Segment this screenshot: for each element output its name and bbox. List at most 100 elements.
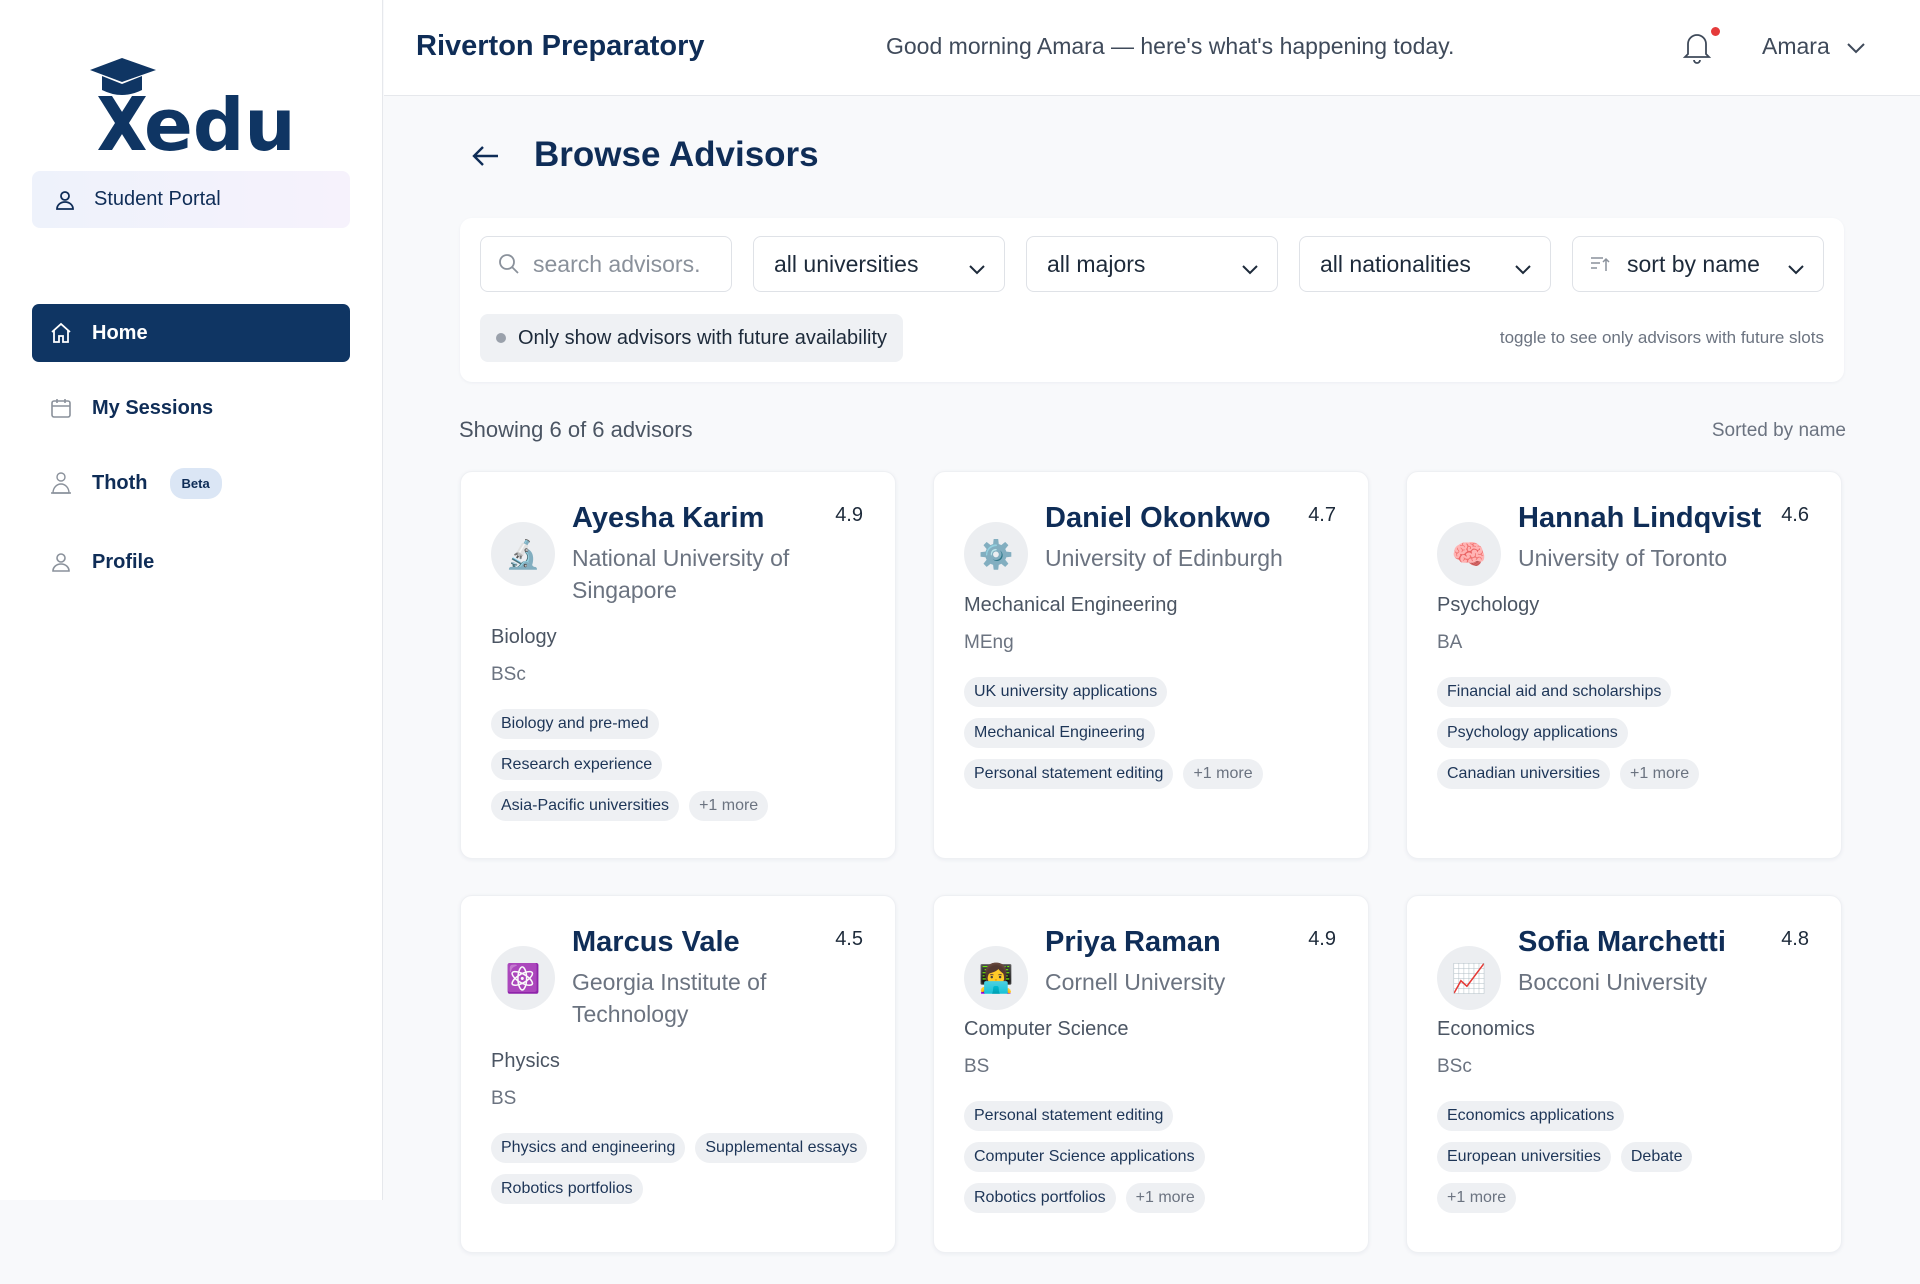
svg-text:edu: edu <box>144 83 296 156</box>
more-tags[interactable]: +1 more <box>1619 759 1700 789</box>
tag: Economics applications <box>1437 1101 1625 1131</box>
advisor-university: Georgia Institute of Technology <box>572 969 767 1027</box>
portal-label: Student Portal <box>94 188 221 210</box>
beta-badge: Beta <box>169 467 222 499</box>
tag: Robotics portfolios <box>964 1183 1116 1213</box>
chart-icon: 📈 <box>1437 946 1501 1010</box>
advisor-card[interactable]: 🔬 Ayesha Karim 4.9 National University o… <box>460 471 896 859</box>
advisor-card[interactable]: ⚛️ Marcus Vale 4.5 Georgia Institute of … <box>460 895 896 1253</box>
advisor-name: Hannah Lindqvist <box>1518 502 1762 534</box>
chevron-down-icon <box>1846 33 1866 60</box>
advisor-degree: BA <box>1437 632 1463 653</box>
chevron-down-icon <box>1787 255 1805 282</box>
tag: UK university applications <box>964 677 1168 707</box>
availability-toggle[interactable]: Only show advisors with future availabil… <box>480 314 904 362</box>
advisor-major: Physics <box>491 1050 560 1072</box>
sidebar-item-label: Profile <box>92 550 155 573</box>
advisor-card[interactable]: 📈 Sofia Marchetti 4.8 Bocconi University… <box>1406 895 1842 1253</box>
toggle-hint: toggle to see only advisors with future … <box>1499 328 1824 347</box>
sidebar-item-home[interactable]: Home <box>32 304 350 362</box>
advisor-university: University of Toronto <box>1518 545 1728 571</box>
universities-select[interactable]: all universities <box>753 236 1005 292</box>
page-title: Browse Advisors <box>534 135 819 174</box>
chevron-down-icon <box>1241 255 1259 282</box>
tag: Psychology applications <box>1437 718 1628 748</box>
home-icon <box>46 318 76 348</box>
advisor-degree: BSc <box>491 664 526 685</box>
developer-icon: 👩‍💻 <box>964 946 1028 1010</box>
chevron-down-icon <box>968 255 986 282</box>
advisor-degree: MEng <box>964 632 1014 653</box>
advisor-name: Ayesha Karim <box>572 502 765 534</box>
thoth-icon <box>46 468 76 498</box>
sidebar-item-profile[interactable]: Profile <box>32 533 350 591</box>
search-input[interactable]: search advisors. <box>480 236 732 292</box>
user-menu[interactable]: Amara <box>1762 33 1866 60</box>
advisor-rating: 4.7 <box>1308 504 1336 526</box>
top-header: Riverton Preparatory Good morning Amara … <box>384 0 1920 96</box>
back-arrow-icon[interactable] <box>468 138 504 174</box>
advisor-rating: 4.9 <box>835 504 863 526</box>
advisor-university: Bocconi University <box>1518 969 1708 995</box>
advisor-tags: UK university applications Mechanical En… <box>964 677 1294 789</box>
advisor-degree: BSc <box>1437 1056 1472 1077</box>
sort-status: Sorted by name <box>1711 420 1846 441</box>
sort-icon <box>1589 254 1611 274</box>
nationalities-select[interactable]: all nationalities <box>1299 236 1551 292</box>
advisor-card[interactable]: ⚙️ Daniel Okonkwo 4.7 University of Edin… <box>933 471 1369 859</box>
sidebar-item-my-sessions[interactable]: My Sessions <box>32 379 350 437</box>
bell-icon[interactable] <box>1682 30 1712 64</box>
sort-value: sort by name <box>1627 250 1760 277</box>
user-name: Amara <box>1762 33 1830 59</box>
tag: Asia-Pacific universities <box>491 791 680 821</box>
tag: European universities <box>1437 1142 1611 1172</box>
user-icon <box>46 547 76 577</box>
advisor-rating: 4.5 <box>835 928 863 950</box>
xedu-logo[interactable]: edu <box>88 56 298 156</box>
more-tags[interactable]: +1 more <box>1437 1183 1517 1213</box>
advisor-name: Daniel Okonkwo <box>1045 502 1271 534</box>
advisor-tags: Economics applications European universi… <box>1437 1101 1737 1213</box>
greeting-text: Good morning Amara — here's what's happe… <box>886 33 1455 59</box>
atom-icon: ⚛️ <box>491 946 555 1010</box>
calendar-icon <box>46 393 76 423</box>
tag: Personal statement editing <box>964 1101 1174 1131</box>
sidebar-item-thoth[interactable]: Thoth Beta <box>32 454 350 512</box>
more-tags[interactable]: +1 more <box>689 791 769 821</box>
toggle-dot <box>496 333 506 343</box>
advisor-university: University of Edinburgh <box>1045 545 1283 571</box>
universities-value: all universities <box>774 250 919 277</box>
advisor-major: Psychology <box>1437 594 1540 616</box>
advisor-card[interactable]: 🧠 Hannah Lindqvist 4.6 University of Tor… <box>1406 471 1842 859</box>
advisor-name: Marcus Vale <box>572 926 740 958</box>
search-placeholder: search advisors. <box>533 250 701 277</box>
majors-select[interactable]: all majors <box>1026 236 1278 292</box>
brain-icon: 🧠 <box>1437 522 1501 586</box>
advisor-degree: BS <box>964 1056 990 1077</box>
advisor-tags: Financial aid and scholarships Psycholog… <box>1437 677 1767 789</box>
student-portal-switch[interactable]: Student Portal <box>32 171 350 228</box>
advisor-tags: Biology and pre-med Research experience … <box>491 709 821 821</box>
advisor-rating: 4.8 <box>1781 928 1809 950</box>
user-icon <box>50 185 80 215</box>
sidebar-item-label: My Sessions <box>92 396 214 419</box>
advisor-university: Cornell University <box>1045 969 1226 995</box>
sort-select[interactable]: sort by name <box>1572 236 1824 292</box>
advisor-card[interactable]: 👩‍💻 Priya Raman 4.9 Cornell University C… <box>933 895 1369 1253</box>
more-tags[interactable]: +1 more <box>1125 1183 1205 1213</box>
sidebar: edu Student Portal Home My Sessions Thot… <box>0 0 383 1200</box>
gear-icon: ⚙️ <box>964 522 1028 586</box>
tag: Supplemental essays <box>695 1133 868 1163</box>
tag: Personal statement editing <box>964 759 1174 789</box>
tag: Physics and engineering <box>491 1133 686 1163</box>
microscope-icon: 🔬 <box>491 522 555 586</box>
sidebar-item-label: Thoth <box>92 471 148 494</box>
advisor-rating: 4.6 <box>1781 504 1809 526</box>
tag: Debate <box>1620 1142 1693 1172</box>
advisor-degree: BS <box>491 1088 517 1109</box>
filters-panel: search advisors. all universities all ma… <box>460 218 1844 382</box>
advisor-name: Priya Raman <box>1045 926 1221 958</box>
more-tags[interactable]: +1 more <box>1183 759 1263 789</box>
advisor-major: Economics <box>1437 1018 1535 1040</box>
tag: Robotics portfolios <box>491 1174 643 1204</box>
